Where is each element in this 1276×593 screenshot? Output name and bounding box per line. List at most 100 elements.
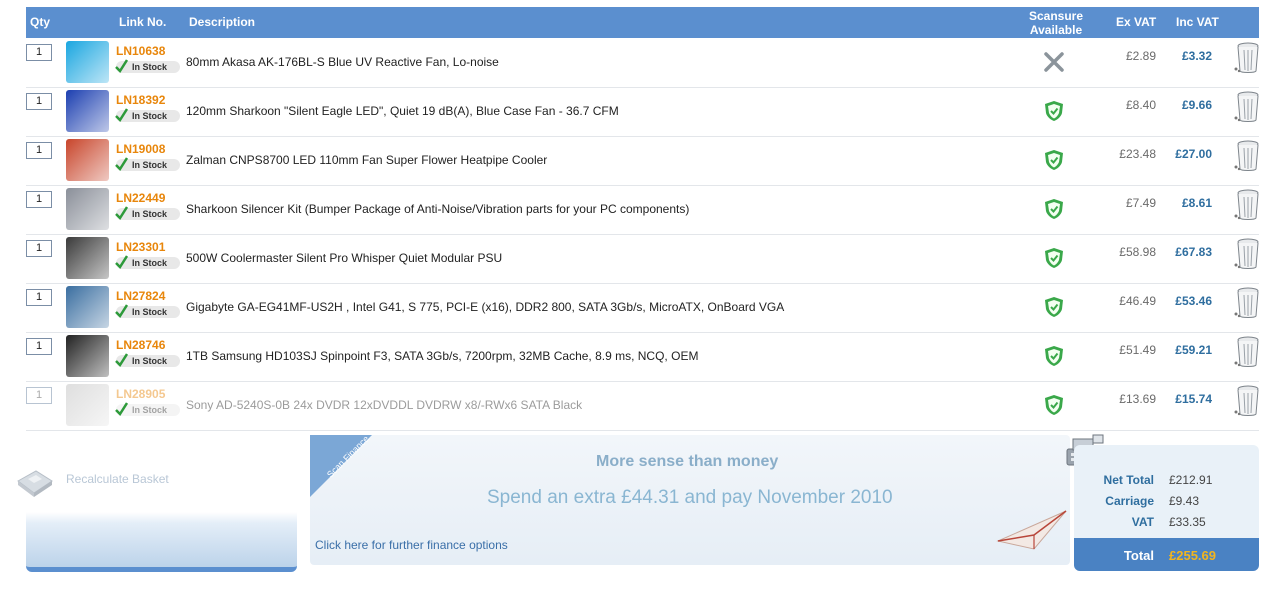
price-inc-vat: £53.46: [1175, 294, 1212, 308]
price-ex-vat: £51.49: [1119, 343, 1156, 357]
scansure-shield-icon: [1045, 199, 1063, 219]
quantity-input[interactable]: 1: [26, 289, 52, 306]
link-number[interactable]: LN18392: [116, 93, 165, 107]
basket-row: 1 LN10638 In Stock 80mm Akasa AK-176BL-S Bl…: [26, 38, 1259, 88]
basket-row: 1 LN28905 In Stock Sony AD-5240S-0B 24x DVD…: [26, 381, 1259, 431]
paper-plane-icon: [996, 510, 1067, 550]
product-thumbnail[interactable]: [66, 139, 109, 181]
basket-row: 1 LN18392 In Stock 120mm Sharkoon "Silent E…: [26, 87, 1259, 137]
total-label: Total: [1123, 548, 1154, 563]
link-number[interactable]: LN27824: [116, 289, 165, 303]
price-inc-vat: £8.61: [1181, 196, 1212, 210]
product-thumbnail[interactable]: [66, 41, 109, 83]
delete-bin-icon[interactable]: [1233, 286, 1261, 320]
delete-bin-icon[interactable]: [1233, 90, 1261, 124]
product-description[interactable]: 80mm Akasa AK-176BL-S Blue UV Reactive F…: [186, 55, 499, 69]
finance-banner: Scan Finance More sense than money Spend…: [310, 435, 1070, 565]
scansure-shield-icon: [1045, 248, 1063, 268]
price-inc-vat: £67.83: [1175, 245, 1212, 259]
price-ex-vat: £13.69: [1119, 392, 1156, 406]
product-thumbnail[interactable]: [66, 384, 109, 426]
net-total-label: Net Total: [1103, 473, 1154, 487]
scansure-shield-icon: [1045, 395, 1063, 415]
product-description[interactable]: Sharkoon Silencer Kit (Bumper Package of…: [186, 202, 689, 216]
scansure-shield-icon: [1045, 346, 1063, 366]
calculator-icon: [17, 470, 53, 497]
product-thumbnail[interactable]: [66, 335, 109, 377]
delete-bin-icon[interactable]: [1233, 41, 1261, 75]
price-inc-vat: £27.00: [1175, 147, 1212, 161]
check-icon: [115, 108, 128, 122]
recalculate-panel: Recalculate Basket: [17, 457, 297, 572]
link-number[interactable]: LN23301: [116, 240, 165, 254]
check-icon: [115, 353, 128, 367]
check-icon: [115, 157, 128, 171]
link-number[interactable]: LN19008: [116, 142, 165, 156]
scansure-shield-icon: [1045, 150, 1063, 170]
basket-row: 1 LN28746 In Stock 1TB Samsung HD103SJ Spin…: [26, 332, 1259, 382]
price-ex-vat: £46.49: [1119, 294, 1156, 308]
price-ex-vat: £2.89: [1125, 49, 1156, 63]
price-inc-vat: £15.74: [1175, 392, 1212, 406]
quantity-input[interactable]: 1: [26, 387, 52, 404]
price-inc-vat: £9.66: [1181, 98, 1212, 112]
product-thumbnail[interactable]: [66, 188, 109, 230]
product-description[interactable]: 1TB Samsung HD103SJ Spinpoint F3, SATA 3…: [186, 349, 698, 363]
scansure-unavailable-icon: [1044, 52, 1064, 72]
col-inc-vat: Inc VAT: [1176, 15, 1219, 29]
link-number[interactable]: LN10638: [116, 44, 165, 58]
col-qty: Qty: [30, 15, 51, 29]
product-description[interactable]: 500W Coolermaster Silent Pro Whisper Qui…: [186, 251, 502, 265]
vat-label: VAT: [1131, 515, 1154, 529]
basket-row: 1 LN23301 In Stock 500W Coolermaster Silent…: [26, 234, 1259, 284]
quantity-input[interactable]: 1: [26, 44, 52, 61]
delete-bin-icon[interactable]: [1233, 335, 1261, 369]
link-number[interactable]: LN22449: [116, 191, 165, 205]
carriage-value: £9.43: [1169, 494, 1200, 508]
price-ex-vat: £23.48: [1119, 147, 1156, 161]
price-inc-vat: £59.21: [1175, 343, 1212, 357]
product-description[interactable]: Sony AD-5240S-0B 24x DVDR 12xDVDDL DVDRW…: [186, 398, 582, 412]
scansure-shield-icon: [1045, 101, 1063, 121]
carriage-label: Carriage: [1105, 494, 1154, 508]
basket-header: Qty Link No. Description Scansure Availa…: [26, 7, 1259, 38]
delete-bin-icon[interactable]: [1233, 188, 1261, 222]
product-description[interactable]: Zalman CNPS8700 LED 110mm Fan Super Flow…: [186, 153, 547, 167]
check-icon: [115, 402, 128, 416]
recalculate-basket-link[interactable]: Recalculate Basket: [66, 472, 169, 486]
quantity-input[interactable]: 1: [26, 191, 52, 208]
delete-bin-icon[interactable]: [1233, 139, 1261, 173]
price-inc-vat: £3.32: [1181, 49, 1212, 63]
col-link-no: Link No.: [119, 15, 167, 29]
finance-options-link[interactable]: Click here for further finance options: [315, 538, 508, 552]
delete-bin-icon[interactable]: [1233, 384, 1261, 418]
product-thumbnail[interactable]: [66, 286, 109, 328]
quantity-input[interactable]: 1: [26, 240, 52, 257]
col-description: Description: [189, 15, 256, 29]
product-thumbnail[interactable]: [66, 237, 109, 279]
quantity-input[interactable]: 1: [26, 142, 52, 159]
vat-value: £33.35: [1169, 515, 1206, 529]
price-ex-vat: £8.40: [1125, 98, 1156, 112]
scansure-shield-icon: [1045, 297, 1063, 317]
price-ex-vat: £58.98: [1119, 245, 1156, 259]
price-ex-vat: £7.49: [1125, 196, 1156, 210]
product-description[interactable]: Gigabyte GA-EG41MF-US2H , Intel G41, S 7…: [186, 300, 784, 314]
finance-offer: Spend an extra £44.31 and pay November 2…: [487, 487, 893, 508]
product-description[interactable]: 120mm Sharkoon "Silent Eagle LED", Quiet…: [186, 104, 619, 118]
quantity-input[interactable]: 1: [26, 338, 52, 355]
finance-headline: More sense than money: [596, 453, 779, 470]
quantity-input[interactable]: 1: [26, 93, 52, 110]
total-bar: Total £255.69: [1074, 538, 1259, 571]
delete-bin-icon[interactable]: [1233, 237, 1261, 271]
basket-row: 1 LN19008 In Stock Zalman CNPS8700 LED 110m…: [26, 136, 1259, 186]
total-value: £255.69: [1169, 548, 1216, 563]
link-number[interactable]: LN28905: [116, 387, 165, 401]
link-number[interactable]: LN28746: [116, 338, 165, 352]
basket-row: 1 LN22449 In Stock Sharkoon Silencer Kit (B…: [26, 185, 1259, 235]
basket-row: 1 LN27824 In Stock Gigabyte GA-EG41MF-US2H …: [26, 283, 1259, 333]
col-ex-vat: Ex VAT: [1116, 15, 1157, 29]
product-thumbnail[interactable]: [66, 90, 109, 132]
totals-panel: Net Total £212.91 Carriage £9.43 VAT £33…: [1074, 445, 1259, 571]
check-icon: [115, 255, 128, 269]
